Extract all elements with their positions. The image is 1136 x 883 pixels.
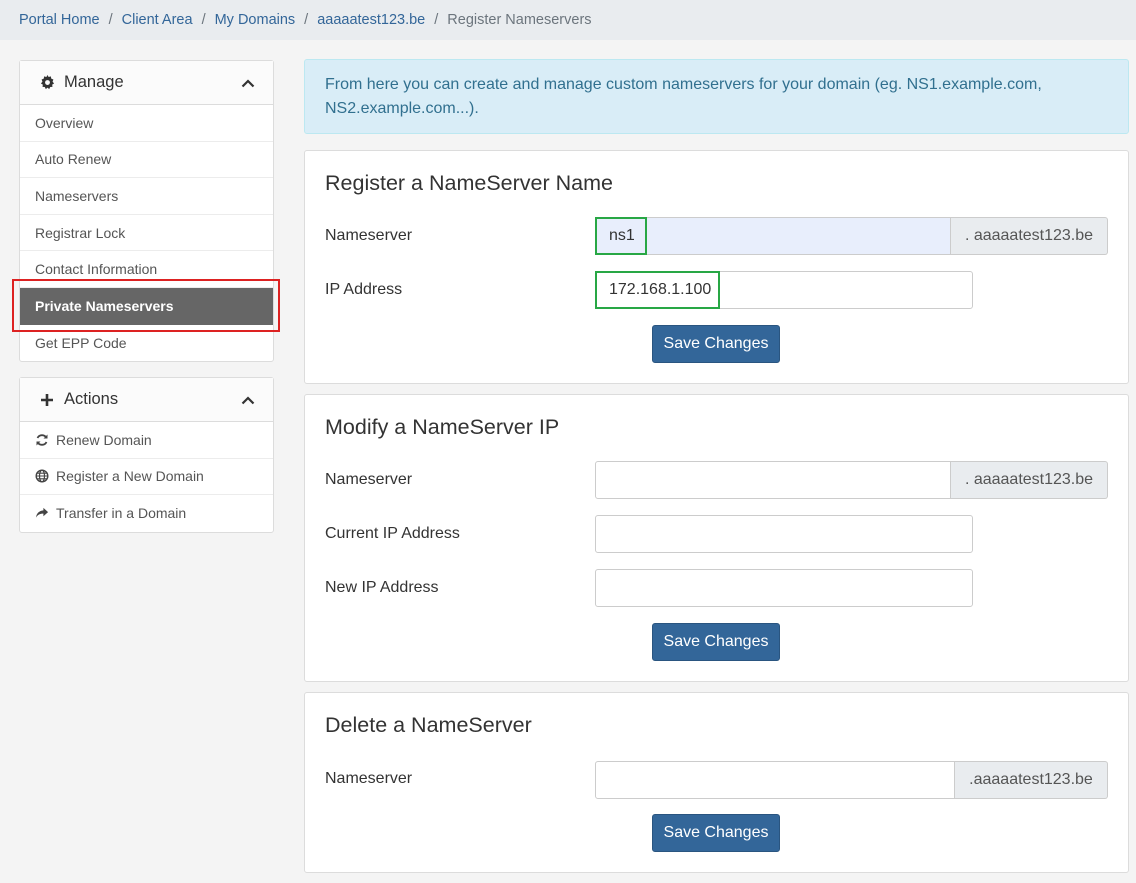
breadcrumb-my-domains[interactable]: My Domains bbox=[215, 12, 296, 28]
breadcrumb-separator: / bbox=[304, 12, 309, 28]
manage-panel: Manage Overview Auto Renew Nameservers R… bbox=[19, 60, 274, 363]
ip-address-label: IP Address bbox=[325, 281, 403, 298]
sidebar-item-label: Transfer in a Domain bbox=[56, 505, 187, 522]
info-alert: From here you can create and manage cust… bbox=[304, 59, 1129, 134]
share-icon bbox=[35, 506, 49, 520]
sidebar-item-get-epp-code[interactable]: Get EPP Code bbox=[20, 325, 273, 362]
domain-suffix-addon: . aaaaatest123.be bbox=[951, 461, 1108, 499]
nameserver-label: Nameserver bbox=[325, 770, 413, 787]
nameserver-label: Nameserver bbox=[325, 471, 413, 488]
card-title: Delete a NameServer bbox=[325, 713, 532, 737]
nameserver-input[interactable] bbox=[595, 461, 951, 499]
chevron-up-icon[interactable] bbox=[241, 76, 255, 90]
refresh-icon bbox=[35, 433, 49, 447]
sidebar-item-nameservers[interactable]: Nameservers bbox=[20, 178, 273, 215]
breadcrumb-separator: / bbox=[201, 12, 206, 28]
sidebar-item-auto-renew[interactable]: Auto Renew bbox=[20, 142, 273, 179]
sidebar-item-register-new-domain[interactable]: Register a New Domain bbox=[20, 459, 273, 496]
sidebar-item-private-nameservers[interactable]: Private Nameservers bbox=[20, 287, 273, 325]
sidebar-item-registrar-lock[interactable]: Registrar Lock bbox=[20, 215, 273, 252]
breadcrumb-separator: / bbox=[108, 12, 113, 28]
sidebar-item-label: Register a New Domain bbox=[56, 468, 204, 485]
current-ip-label: Current IP Address bbox=[325, 525, 460, 542]
register-nameserver-card: Register a NameServer Name Nameserver ns… bbox=[304, 150, 1129, 384]
sidebar-item-overview[interactable]: Overview bbox=[20, 105, 273, 142]
card-title: Register a NameServer Name bbox=[325, 171, 613, 195]
save-changes-button[interactable]: Save Changes bbox=[652, 814, 780, 852]
breadcrumb: Portal Home / Client Area / My Domains /… bbox=[0, 0, 1136, 40]
save-changes-button[interactable]: Save Changes bbox=[652, 325, 780, 363]
actions-panel-header[interactable]: Actions bbox=[20, 378, 273, 422]
breadcrumb-client-area[interactable]: Client Area bbox=[122, 12, 193, 28]
breadcrumb-separator: / bbox=[434, 12, 439, 28]
plus-icon bbox=[40, 392, 56, 408]
ip-address-input[interactable]: 172.168.1.100 bbox=[595, 271, 973, 309]
current-ip-input[interactable] bbox=[595, 515, 973, 553]
sidebar-item-transfer-domain[interactable]: Transfer in a Domain bbox=[20, 495, 273, 532]
nameserver-input[interactable] bbox=[595, 761, 955, 799]
actions-panel: Actions Renew Domain Register a New Doma… bbox=[19, 377, 274, 533]
gear-icon bbox=[40, 75, 56, 91]
sidebar-item-contact-information[interactable]: Contact Information bbox=[20, 251, 273, 288]
new-ip-input[interactable] bbox=[595, 569, 973, 607]
card-title: Modify a NameServer IP bbox=[325, 415, 560, 439]
breadcrumb-domain[interactable]: aaaaatest123.be bbox=[317, 12, 425, 28]
manage-panel-header[interactable]: Manage bbox=[20, 61, 273, 105]
delete-nameserver-card: Delete a NameServer Nameserver .aaaaates… bbox=[304, 692, 1129, 873]
domain-suffix-addon: .aaaaatest123.be bbox=[955, 761, 1108, 799]
chevron-up-icon[interactable] bbox=[241, 393, 255, 407]
sidebar-item-renew-domain[interactable]: Renew Domain bbox=[20, 422, 273, 459]
save-changes-button[interactable]: Save Changes bbox=[652, 623, 780, 661]
globe-icon bbox=[35, 469, 49, 483]
new-ip-label: New IP Address bbox=[325, 579, 439, 596]
nameserver-input[interactable]: ns1 bbox=[595, 217, 951, 255]
sidebar-item-label: Renew Domain bbox=[56, 431, 152, 448]
manage-panel-title: Manage bbox=[64, 73, 124, 91]
modify-nameserver-card: Modify a NameServer IP Nameserver . aaaa… bbox=[304, 394, 1129, 682]
nameserver-label: Nameserver bbox=[325, 227, 413, 244]
actions-panel-title: Actions bbox=[64, 390, 119, 408]
breadcrumb-current: Register Nameservers bbox=[447, 12, 592, 28]
domain-suffix-addon: . aaaaatest123.be bbox=[951, 217, 1108, 255]
breadcrumb-portal-home[interactable]: Portal Home bbox=[19, 12, 100, 28]
